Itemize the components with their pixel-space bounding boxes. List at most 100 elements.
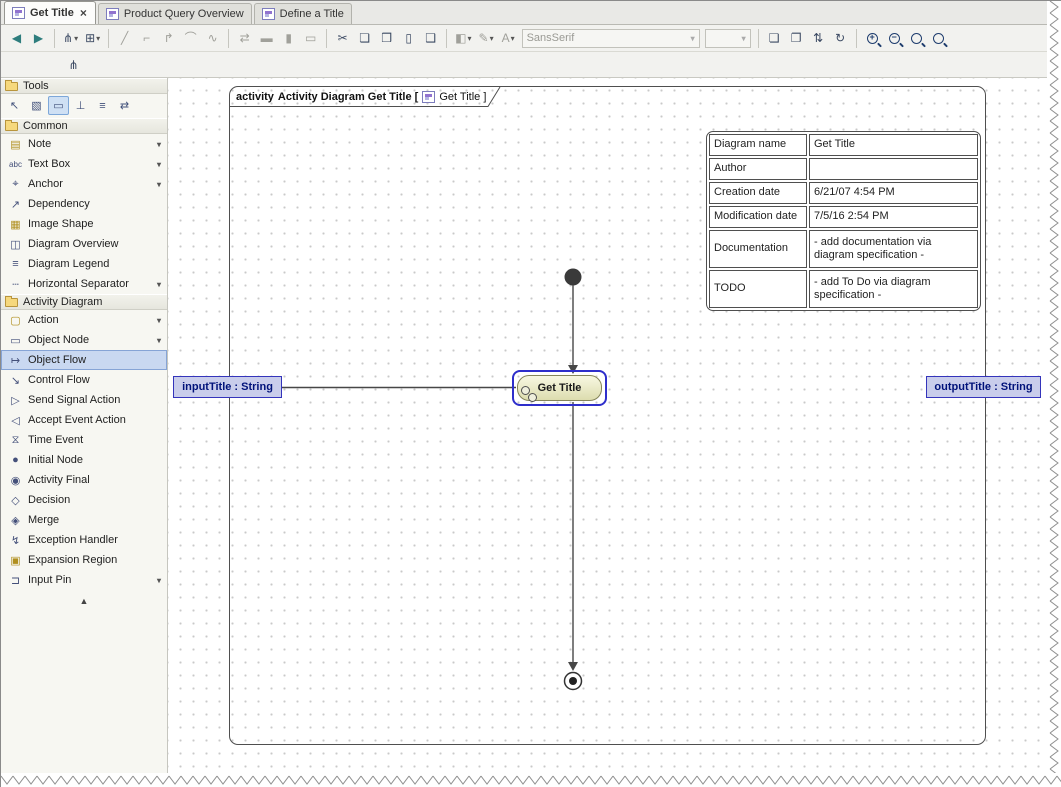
palette-item-activity-final[interactable]: ◉ Activity Final: [1, 470, 167, 490]
order-button[interactable]: ⇅: [808, 28, 829, 49]
palette-item-dependency[interactable]: ↗ Dependency: [1, 194, 167, 214]
refresh-button[interactable]: ↻: [830, 28, 851, 49]
main-toolbar: ◀ ▶ ⋔▾ ⊞▾ ╱ ⌐ ↱ ⌒ ∿ ⇄ ▬ ▮ ▭ ✂ ❏ ❒ ▯ ❑ ◧▾…: [1, 25, 1048, 52]
to-back-icon: ❐: [791, 32, 802, 44]
palette-collapse-button[interactable]: ▲: [1, 594, 167, 608]
palette-item-horizontal-separator[interactable]: ┄ Horizontal Separator ▾: [1, 274, 167, 294]
fill-color-button[interactable]: ◧▾: [452, 28, 474, 49]
spline-path-button[interactable]: ∿: [202, 28, 223, 49]
diagram-canvas[interactable]: activity Activity Diagram Get Title [ Ge…: [168, 78, 1048, 774]
delete-button[interactable]: ▯: [398, 28, 419, 49]
font-name-select[interactable]: SansSerif ▾: [522, 29, 700, 48]
palette-item-action[interactable]: ▢ Action ▾: [1, 310, 167, 330]
palette-item-expansion-region[interactable]: ▣ Expansion Region: [1, 550, 167, 570]
chevron-down-icon[interactable]: ▾: [157, 180, 161, 189]
distribute-tool-button[interactable]: ≡: [92, 96, 113, 115]
palette-item-merge[interactable]: ◈ Merge: [1, 510, 167, 530]
close-tab-icon[interactable]: ×: [79, 8, 88, 18]
palette-section-tools[interactable]: Tools: [1, 78, 167, 94]
tab-define-a-title[interactable]: Define a Title: [254, 3, 352, 24]
make-same-size-button[interactable]: ▬: [256, 28, 277, 49]
font-size-select[interactable]: ▾: [705, 29, 751, 48]
tools-button-row: ↖ ▧ ▭ ⊥ ≡ ⇄: [1, 94, 167, 118]
palette-item-time-event[interactable]: ⧖ Time Event: [1, 430, 167, 450]
section-label: Tools: [23, 80, 49, 92]
output-pin-text: outputTitle : String: [934, 381, 1032, 393]
line-color-button[interactable]: ✎▾: [476, 28, 497, 49]
quick-add-button[interactable]: ⊞▾: [82, 28, 103, 49]
copy-button[interactable]: ❏: [354, 28, 375, 49]
torn-edge-bottom: [1, 773, 1061, 787]
curved-path-button[interactable]: ⌒: [180, 28, 201, 49]
tab-get-title[interactable]: Get Title ×: [4, 1, 96, 24]
refresh-icon: ↻: [835, 32, 845, 44]
pan-tool-button[interactable]: ▭: [48, 96, 69, 115]
oblique-path-button[interactable]: ↱: [158, 28, 179, 49]
zoom-in-button[interactable]: +: [862, 28, 883, 49]
align-tool-button[interactable]: ⊥: [70, 96, 91, 115]
decision-icon: ◇: [8, 494, 23, 507]
chevron-down-icon[interactable]: ▾: [157, 280, 161, 289]
accept-event-icon: ◁: [8, 414, 23, 427]
palette-item-anchor[interactable]: ⌖ Anchor ▾: [1, 174, 167, 194]
activity-diagram-icon: [262, 8, 275, 20]
back-button[interactable]: ◀: [6, 28, 27, 49]
activity-diagram-icon: [12, 7, 25, 19]
draw-line-button[interactable]: ╱: [114, 28, 135, 49]
action-label: Get Title: [538, 382, 582, 394]
palette-item-diagram-legend[interactable]: ≡ Diagram Legend: [1, 254, 167, 274]
palette-section-activity-diagram[interactable]: Activity Diagram: [1, 294, 167, 310]
zoom-out-button[interactable]: −: [884, 28, 905, 49]
palette-item-note[interactable]: ▤ Note ▾: [1, 134, 167, 154]
select-tool-button[interactable]: ↖: [4, 96, 25, 115]
palette-item-exception-handler[interactable]: ↯ Exception Handler: [1, 530, 167, 550]
chevron-down-icon[interactable]: ▾: [157, 160, 161, 169]
pin-handle-icon[interactable]: [528, 393, 537, 402]
folder-icon: [5, 298, 18, 307]
palette-item-accept-event-action[interactable]: ◁ Accept Event Action: [1, 410, 167, 430]
containment-tree-button[interactable]: ⋔▾: [60, 28, 81, 49]
tab-product-query-overview[interactable]: Product Query Overview: [98, 3, 252, 24]
palette-item-object-node[interactable]: ▭ Object Node ▾: [1, 330, 167, 350]
input-pin-icon: ⊐: [8, 574, 23, 587]
clone-icon: ❑: [425, 32, 436, 44]
bring-to-front-button[interactable]: ❏: [764, 28, 785, 49]
toolbar-separator: [54, 29, 55, 48]
zoom-fit-button[interactable]: [906, 28, 927, 49]
marquee-tool-button[interactable]: ▧: [26, 96, 47, 115]
item-label: Send Signal Action: [28, 394, 120, 406]
text-box-icon: abc: [8, 160, 23, 169]
item-label: Diagram Overview: [28, 238, 118, 250]
palette-item-initial-node[interactable]: ● Initial Node: [1, 450, 167, 470]
chevron-down-icon[interactable]: ▾: [157, 336, 161, 345]
show-structure-button[interactable]: ⋔: [63, 54, 84, 75]
palette-item-text-box[interactable]: abc Text Box ▾: [1, 154, 167, 174]
swap-elements-button[interactable]: ⇄: [234, 28, 255, 49]
chevron-down-icon[interactable]: ▾: [157, 576, 161, 585]
rectilinear-path-button[interactable]: ⌐: [136, 28, 157, 49]
item-label: Action: [28, 314, 59, 326]
palette-item-control-flow[interactable]: ↘ Control Flow: [1, 370, 167, 390]
exchange-tool-button[interactable]: ⇄: [114, 96, 135, 115]
make-same-height-button[interactable]: ▭: [300, 28, 321, 49]
palette-section-common[interactable]: Common: [1, 118, 167, 134]
diagram-info-table[interactable]: Diagram name Get Title Author Creation d…: [706, 131, 981, 311]
palette-item-diagram-overview[interactable]: ◫ Diagram Overview: [1, 234, 167, 254]
chevron-down-icon[interactable]: ▾: [157, 316, 161, 325]
palette-item-image-shape[interactable]: ▦ Image Shape: [1, 214, 167, 234]
palette-item-send-signal-action[interactable]: ▷ Send Signal Action: [1, 390, 167, 410]
zoom-reset-button[interactable]: [928, 28, 949, 49]
cut-button[interactable]: ✂: [332, 28, 353, 49]
palette-item-decision[interactable]: ◇ Decision: [1, 490, 167, 510]
send-to-back-button[interactable]: ❐: [786, 28, 807, 49]
make-same-width-button[interactable]: ▮: [278, 28, 299, 49]
paste-button[interactable]: ❒: [376, 28, 397, 49]
chevron-down-icon[interactable]: ▾: [157, 140, 161, 149]
forward-button[interactable]: ▶: [28, 28, 49, 49]
font-color-button[interactable]: A▾: [498, 28, 519, 49]
palette-item-object-flow[interactable]: ↦ Object Flow: [1, 350, 167, 370]
palette-item-input-pin[interactable]: ⊐ Input Pin ▾: [1, 570, 167, 590]
clone-button[interactable]: ❑: [420, 28, 441, 49]
input-pin-label[interactable]: inputTitle : String: [173, 376, 282, 398]
output-pin-label[interactable]: outputTitle : String: [926, 376, 1041, 398]
